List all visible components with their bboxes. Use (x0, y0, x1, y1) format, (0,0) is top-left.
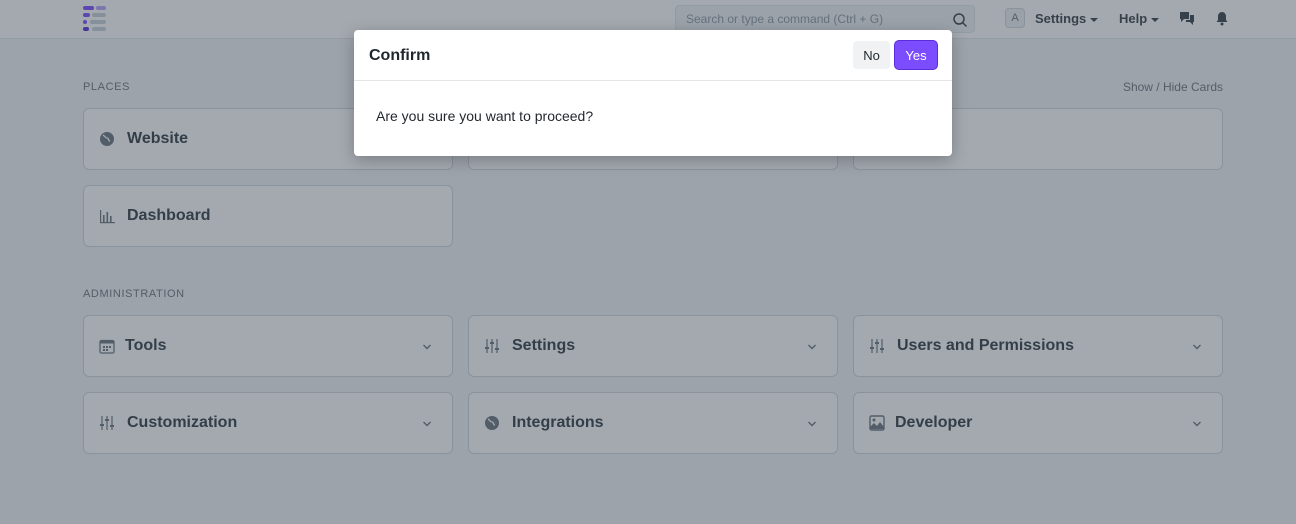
dialog-divider (354, 80, 952, 81)
dialog-message: Are you sure you want to proceed? (376, 108, 594, 124)
no-button[interactable]: No (853, 41, 890, 69)
dialog-title: Confirm (369, 47, 431, 64)
confirm-dialog: Confirm No Yes Are you sure you want to … (354, 30, 952, 156)
yes-button[interactable]: Yes (895, 41, 937, 69)
